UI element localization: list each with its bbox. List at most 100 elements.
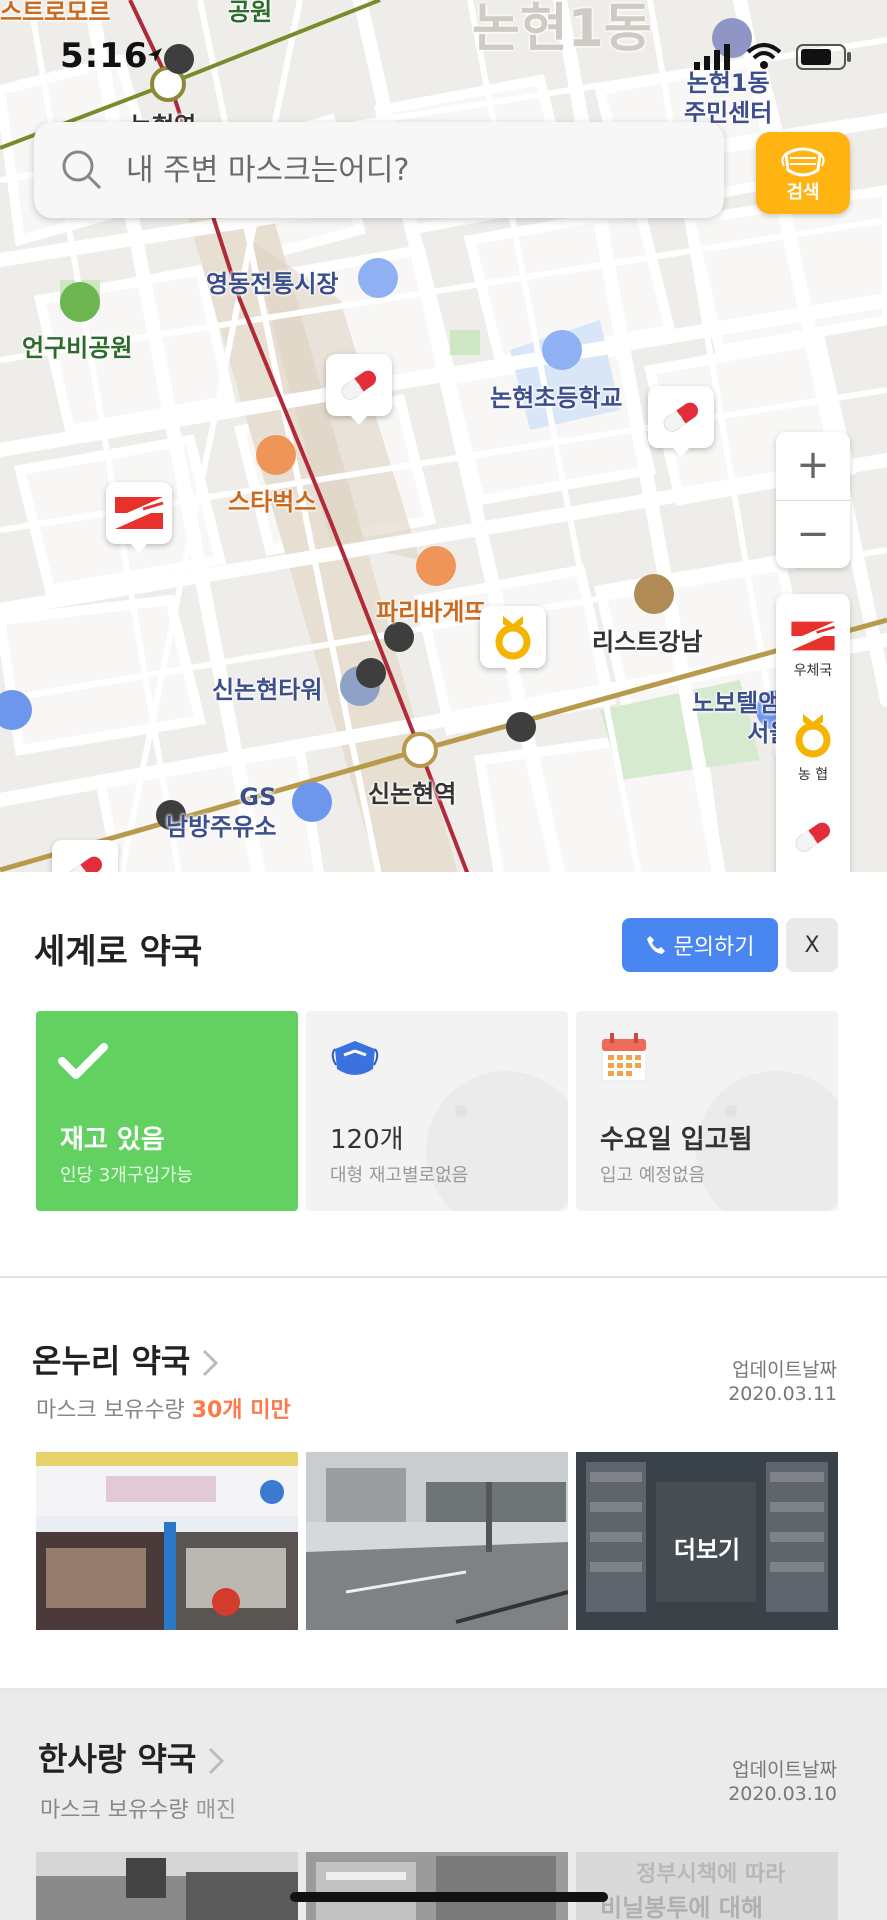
search-button-label: 검색 (786, 182, 820, 203)
rail-label: 농 협 (797, 767, 829, 783)
stock-count-card: 120개 대형 재고별로없음 (306, 1011, 568, 1211)
post-office-icon (115, 497, 164, 529)
card-sub: 입고 예정없음 (600, 1165, 706, 1186)
zoom-out-button[interactable]: − (776, 501, 850, 569)
nonghyup-icon (495, 616, 531, 660)
pill-icon (663, 402, 699, 432)
map-label: 신논현타워 (212, 676, 323, 704)
more-photos[interactable]: 더보기 (576, 1452, 838, 1630)
photo-banner-text: 비닐봉투에 대해 (600, 1894, 763, 1920)
update-date: 2020.03.10 (728, 1783, 837, 1805)
store-photo-image (36, 1852, 298, 1920)
stock-quantity: 마스크 보유수량 매진 (40, 1792, 236, 1824)
poi-dot (256, 435, 296, 475)
battery-icon (796, 44, 851, 70)
card-sub: 인당 3개구입가능 (60, 1165, 194, 1186)
nonghyup-icon (795, 714, 831, 758)
home-indicator (290, 1892, 608, 1902)
store-name-link[interactable]: 한사랑 약국 (38, 1734, 225, 1780)
store-photo-image (306, 1852, 568, 1920)
map-label: 파리바게뜨 (376, 598, 487, 626)
pill-icon (341, 370, 377, 400)
photo-banner-text: 정부시책에 따라 (636, 1862, 786, 1887)
store-name: 온누리 약국 (32, 1342, 191, 1380)
store-section: 온누리 약국 마스크 보유수량 30개 미만 업데이트날짜 2020.03.11 (0, 1278, 887, 1688)
card-head: 재고 있음 (60, 1125, 165, 1155)
store-photo[interactable]: 정부시책에 따라 비닐봉투에 대해 (576, 1852, 838, 1920)
store-section: 한사랑 약국 마스크 보유수량 매진 업데이트날짜 2020.03.10 정부시… (0, 1692, 887, 1920)
update-info: 업데이트날짜 2020.03.11 (728, 1358, 837, 1406)
store-photo-image (306, 1452, 568, 1630)
store-dot[interactable] (506, 712, 536, 742)
post-office-marker[interactable] (106, 482, 172, 553)
map-view[interactable]: 스트로모르 공원 논현1동 논현역 논현1동 주민센터 영동전통시장 언구비공원… (0, 0, 887, 880)
map-label: 신논현역 (368, 780, 457, 808)
post-office-icon (791, 621, 835, 651)
stock-value: 30개 미만 (191, 1398, 291, 1423)
update-label: 업데이트날짜 (732, 1759, 837, 1781)
store-photo[interactable] (306, 1852, 568, 1920)
more-label: 더보기 (673, 1536, 741, 1564)
card-head: 수요일 입고됨 (600, 1125, 753, 1155)
store-name: 한사랑 약국 (38, 1740, 197, 1778)
store-photo-image (36, 1452, 298, 1630)
card-sub: 대형 재고별로없음 (330, 1165, 469, 1186)
pharmacy-marker[interactable] (648, 386, 714, 457)
calendar-icon (601, 1033, 647, 1082)
search-bar[interactable] (34, 122, 724, 218)
store-name-link[interactable]: 온누리 약국 (32, 1336, 219, 1382)
restock-card: 수요일 입고됨 입고 예정없음 (576, 1011, 838, 1211)
stock-quantity: 마스크 보유수량 30개 미만 (36, 1392, 291, 1424)
search-icon (62, 150, 102, 190)
pill-icon (795, 822, 831, 852)
update-date: 2020.03.11 (728, 1383, 837, 1405)
nonghyup-marker[interactable] (480, 606, 546, 677)
poi-dot (60, 282, 100, 322)
search-button[interactable]: 검색 (756, 132, 850, 214)
check-icon (58, 1043, 108, 1079)
store-photo[interactable] (36, 1452, 298, 1630)
wifi-icon (746, 43, 782, 69)
map-label: 영동전통시장 (206, 270, 339, 298)
filter-post-office[interactable]: 우체국 (776, 618, 850, 680)
chevron-right-icon (209, 1747, 225, 1775)
contact-button[interactable]: 문의하기 (622, 918, 778, 972)
status-time: 5:16 (60, 36, 149, 76)
map-label: 언구비공원 (22, 334, 133, 362)
contact-button-label: 문의하기 (673, 935, 755, 960)
phone-icon (646, 936, 665, 954)
filter-nonghyup[interactable]: 농 협 (776, 712, 850, 784)
mask-icon (781, 147, 825, 177)
poi-dot (416, 546, 456, 586)
update-info: 업데이트날짜 2020.03.10 (728, 1758, 837, 1806)
category-rail: 우체국 농 협 (776, 594, 850, 880)
close-button[interactable]: X (786, 918, 838, 972)
chevron-right-icon (203, 1349, 219, 1377)
zoom-control: + − (776, 432, 850, 568)
map-label: 스타벅스 (228, 488, 317, 516)
store-photo[interactable] (306, 1452, 568, 1630)
poi-dot (358, 258, 398, 298)
status-bar: 5:16 (0, 0, 887, 110)
store-dot[interactable] (356, 658, 386, 688)
poi-dot (292, 782, 332, 822)
pharmacy-marker[interactable] (326, 354, 392, 425)
filter-pharmacy[interactable] (776, 814, 850, 864)
map-label: 리스트강남 (592, 628, 703, 656)
map-label: GS 남방주유소 (166, 783, 277, 841)
stock-label: 마스크 보유수량 (36, 1398, 185, 1423)
location-arrow-icon (148, 48, 162, 62)
signal-icon (694, 44, 730, 70)
rail-label: 우체국 (793, 663, 833, 679)
store-photo[interactable] (36, 1852, 298, 1920)
update-label: 업데이트날짜 (732, 1359, 837, 1381)
zoom-in-button[interactable]: + (776, 432, 850, 500)
poi-dot (634, 574, 674, 614)
pharmacy-title: 세계로 약국 (34, 932, 203, 972)
search-input[interactable] (124, 148, 684, 192)
poi-dot (542, 330, 582, 370)
stock-label: 마스크 보유수량 (40, 1798, 189, 1823)
stock-value: 매진 (195, 1798, 237, 1823)
map-label: 논현초등학교 (490, 384, 623, 412)
mask-icon (331, 1041, 379, 1075)
